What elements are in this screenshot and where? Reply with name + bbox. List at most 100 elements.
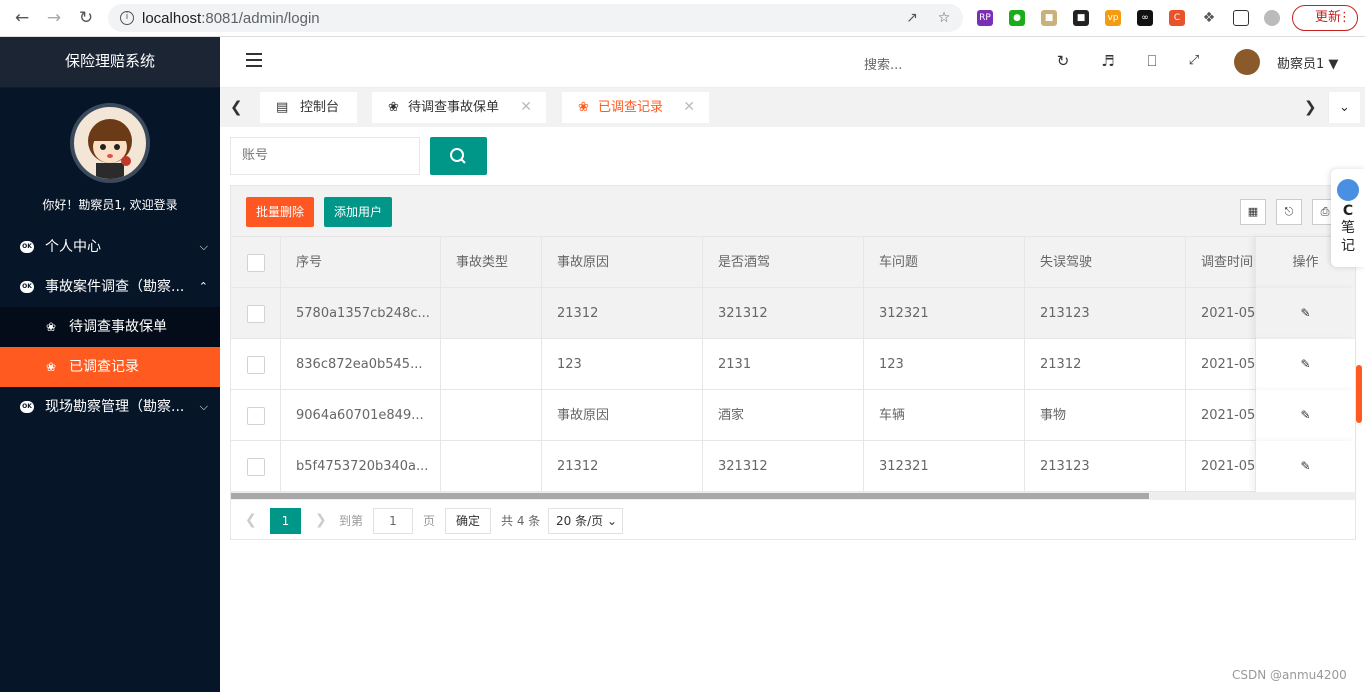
chevron-down-icon: ⌵: [199, 400, 208, 413]
close-icon[interactable]: ✕: [520, 92, 532, 123]
forward-icon[interactable]: →: [44, 8, 64, 28]
profile-icon[interactable]: [1264, 10, 1280, 26]
notes-widget[interactable]: C 笔 记: [1331, 169, 1365, 267]
search-button[interactable]: [430, 137, 487, 175]
row-checkbox[interactable]: [247, 458, 265, 476]
table-header-row: 序号 事故类型 事故原因 是否酒驾 车问题 失误驾驶 调查时间 操作: [231, 237, 1355, 288]
table-cell: 2021-05: [1186, 288, 1256, 339]
sidebar-item-personal-center[interactable]: OK 个人中心 ⌵: [0, 227, 220, 267]
column-header[interactable]: 序号: [281, 237, 441, 288]
vpn-extension-icon[interactable]: vp: [1105, 10, 1121, 26]
table-row[interactable]: 836c872ea0b545... 123 2131 123 21312 202…: [231, 339, 1355, 390]
table-cell: 213123: [1025, 441, 1186, 492]
table-cell: 312321: [864, 288, 1025, 339]
table-cell: 事故原因: [542, 390, 703, 441]
bookmark-star-icon[interactable]: ☆: [936, 10, 952, 26]
table-cell: 事物: [1025, 390, 1186, 441]
tab-investigated[interactable]: ❀ 已调查记录 ✕: [562, 92, 709, 123]
refresh-icon[interactable]: ↻: [1053, 51, 1073, 71]
fullscreen-icon[interactable]: ⤢: [1184, 51, 1204, 71]
table-cell: 2021-05: [1186, 339, 1256, 390]
puzzle-extensions-icon[interactable]: ❖: [1201, 10, 1217, 26]
columns-filter-icon[interactable]: ▦: [1240, 199, 1266, 225]
user-menu[interactable]: 勘察员1 ▼: [1277, 53, 1338, 72]
tab-dashboard[interactable]: ▤ 控制台: [260, 92, 357, 123]
add-user-button[interactable]: 添加用户: [324, 197, 393, 227]
column-header[interactable]: 是否酒驾: [703, 237, 864, 288]
sidebar-subitem-pending[interactable]: ❀ 待调查事故保单: [0, 307, 220, 347]
goto-page-input[interactable]: 1: [373, 508, 413, 534]
header-search[interactable]: 搜索...: [864, 54, 902, 73]
edit-icon[interactable]: ✎: [1255, 288, 1355, 339]
header-avatar[interactable]: [1234, 49, 1260, 75]
scrollbar-thumb[interactable]: [231, 493, 1149, 499]
browser-toolbar: ← → ↻ i localhost:8081/admin/login ↗ ☆ R…: [0, 0, 1365, 37]
sidebar-item-accident-investigation[interactable]: OK 事故案件调查（勘察... ⌃: [0, 267, 220, 307]
sidebar-subitem-label: 待调查事故保单: [69, 319, 167, 335]
export-icon[interactable]: ⎋: [1276, 199, 1302, 225]
page-size-select[interactable]: 20 条/页 ⌄: [548, 508, 623, 534]
infinity-extension-icon[interactable]: ∞: [1137, 10, 1153, 26]
share-icon[interactable]: ↗: [904, 10, 920, 26]
row-checkbox[interactable]: [247, 305, 265, 323]
table-row[interactable]: 5780a1357cb248c... 21312 321312 312321 2…: [231, 288, 1355, 339]
column-header[interactable]: 调查时间: [1186, 237, 1256, 288]
sidebar-item-label: 事故案件调查（勘察...: [45, 279, 185, 295]
column-header[interactable]: 失误驾驶: [1025, 237, 1186, 288]
tools-extension-icon[interactable]: ■: [1073, 10, 1089, 26]
site-info-icon[interactable]: i: [120, 11, 134, 25]
rp-extension-icon[interactable]: RP: [977, 10, 993, 26]
table-cell: 酒家: [703, 390, 864, 441]
next-page-icon[interactable]: ❯: [315, 508, 327, 534]
column-header[interactable]: 事故原因: [542, 237, 703, 288]
page-unit-label: 页: [423, 514, 436, 528]
row-checkbox[interactable]: [247, 356, 265, 374]
side-panel-icon[interactable]: [1233, 10, 1249, 26]
goto-confirm-button[interactable]: 确定: [445, 508, 491, 534]
sidebar-subitem-investigated[interactable]: ❀ 已调查记录: [0, 347, 220, 387]
table-row[interactable]: 9064a60701e849... 事故原因 酒家 车辆 事物 2021-05 …: [231, 390, 1355, 441]
account-search-input[interactable]: 账号: [230, 137, 420, 175]
more-menu-icon[interactable]: ⋮: [1338, 6, 1351, 29]
horizontal-scrollbar[interactable]: [231, 492, 1355, 500]
palm-tree-icon: ❀: [388, 100, 399, 115]
tab-scroll-left-icon[interactable]: ❮: [230, 98, 243, 116]
page-number-current[interactable]: 1: [270, 508, 301, 534]
edit-icon[interactable]: ✎: [1255, 339, 1355, 390]
tab-dropdown-icon[interactable]: ⌄: [1328, 92, 1360, 123]
sidebar-item-label: 现场勘察管理（勘察...: [45, 399, 185, 415]
table-cell: b5f4753720b340a...: [281, 441, 441, 492]
close-icon[interactable]: ✕: [683, 92, 695, 123]
user-avatar: [70, 103, 150, 183]
table-cell: 123: [864, 339, 1025, 390]
lock-icon[interactable]: ⎕: [1142, 51, 1162, 71]
row-checkbox[interactable]: [247, 407, 265, 425]
column-header[interactable]: 车问题: [864, 237, 1025, 288]
edit-icon[interactable]: ✎: [1255, 441, 1355, 492]
select-all-checkbox[interactable]: [247, 254, 265, 272]
prev-page-icon[interactable]: ❮: [245, 508, 257, 534]
tab-pending[interactable]: ❀ 待调查事故保单 ✕: [372, 92, 546, 123]
update-button[interactable]: 更新 ⋮: [1292, 5, 1358, 31]
menu-toggle-icon[interactable]: [246, 53, 262, 67]
batch-delete-button[interactable]: 批量删除: [246, 197, 315, 227]
address-bar[interactable]: i localhost:8081/admin/login ↗ ☆: [108, 4, 963, 32]
table-cell: 5780a1357cb248c...: [281, 288, 441, 339]
back-icon[interactable]: ←: [12, 8, 32, 28]
table-row[interactable]: b5f4753720b340a... 21312 321312 312321 2…: [231, 441, 1355, 492]
edit-icon[interactable]: ✎: [1255, 390, 1355, 441]
bell-icon[interactable]: ♬: [1098, 51, 1118, 71]
page-scrollbar-thumb[interactable]: [1356, 365, 1362, 423]
tab-scroll-right-icon[interactable]: ❯: [1304, 98, 1317, 116]
chat-extension-icon[interactable]: ●: [1009, 10, 1025, 26]
column-header[interactable]: 事故类型: [441, 237, 542, 288]
reload-icon[interactable]: ↻: [76, 8, 96, 28]
c-extension-icon[interactable]: C: [1169, 10, 1185, 26]
image-extension-icon[interactable]: ■: [1041, 10, 1057, 26]
data-table-panel: 批量删除 添加用户 ▦ ⎋ ⎙ 序号 事故类型 事故原因 是否酒驾 车问题 失误…: [230, 185, 1356, 540]
sidebar-item-site-survey[interactable]: OK 现场勘察管理（勘察... ⌵: [0, 387, 220, 427]
table-cell: 21312: [542, 288, 703, 339]
table-cell: 2131: [703, 339, 864, 390]
table-cell: 21312: [542, 441, 703, 492]
sidebar: 保险理赔系统 你好！勘察员1, 欢迎登录 OK 个人中心 ⌵ OK 事故案件调查…: [0, 37, 220, 692]
